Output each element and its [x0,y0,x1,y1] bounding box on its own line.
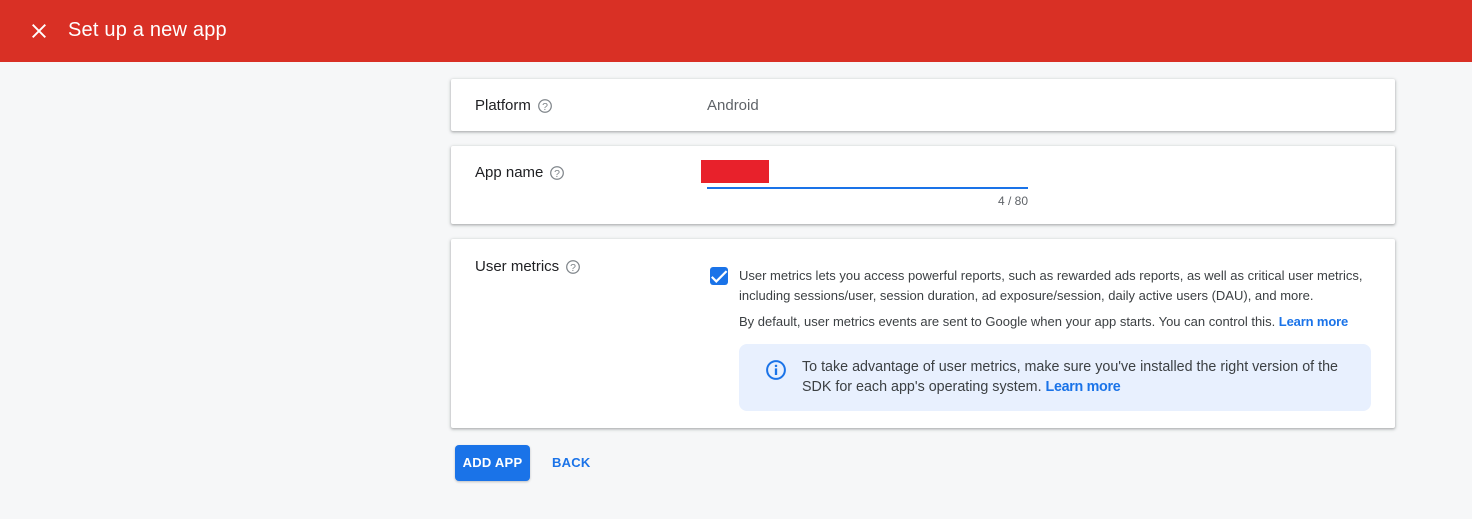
svg-text:?: ? [570,262,576,274]
svg-text:?: ? [554,168,560,180]
svg-text:?: ? [542,101,548,113]
